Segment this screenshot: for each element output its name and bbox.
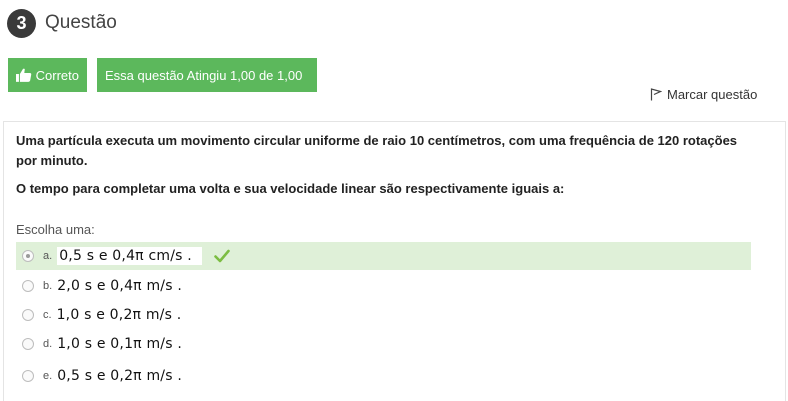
answer-text: 0,5 s e 0,2π m/s . [57, 368, 183, 384]
answer-letter: a. [43, 250, 53, 262]
answer-option-a[interactable]: a. 0,5 s e 0,4π cm/s . [16, 242, 751, 270]
flag-question-button[interactable]: Marcar questão [650, 87, 757, 102]
checkmark-icon [214, 249, 230, 263]
result-label: Correto [35, 67, 79, 83]
flag-label: Marcar questão [667, 87, 758, 102]
radio-button[interactable] [22, 309, 34, 321]
question-subtext: O tempo para completar uma volta e sua v… [16, 181, 565, 196]
score-label: Essa questão Atingiu 1,00 de 1,00 [105, 67, 303, 83]
answer-text: 2,0 s e 0,4π m/s . [57, 278, 183, 294]
score-badge: Essa questão Atingiu 1,00 de 1,00 [97, 58, 317, 92]
question-header: 3 Questão [7, 8, 117, 38]
thumbs-up-icon [16, 68, 32, 82]
radio-button[interactable] [22, 370, 34, 382]
radio-button[interactable] [22, 338, 34, 350]
radio-button[interactable] [22, 280, 34, 292]
question-text: Uma partícula executa um movimento circu… [16, 133, 738, 168]
question-number-badge: 3 [7, 8, 36, 38]
answer-letter: c. [43, 309, 52, 321]
answer-option-d[interactable]: d. 1,0 s e 0,1π m/s . [16, 330, 751, 358]
answer-option-e[interactable]: e. 0,5 s e 0,2π m/s . [16, 362, 751, 390]
answer-prompt: Escolha uma: [16, 222, 95, 237]
answer-text: 1,0 s e 0,1π m/s . [57, 336, 183, 352]
result-badge: Correto [8, 58, 87, 92]
question-title: Questão [45, 12, 117, 33]
radio-button[interactable] [22, 250, 34, 262]
answer-text: 0,5 s e 0,4π cm/s . [57, 247, 202, 265]
flag-icon [650, 88, 662, 101]
answer-letter: b. [43, 280, 53, 292]
answer-letter: d. [43, 338, 53, 350]
question-content-box: Uma partícula executa um movimento circu… [3, 121, 786, 401]
answer-option-b[interactable]: b. 2,0 s e 0,4π m/s . [16, 272, 751, 300]
answer-option-c[interactable]: c. 1,0 s e 0,2π m/s . [16, 301, 751, 329]
answer-letter: e. [43, 370, 53, 382]
answer-text: 1,0 s e 0,2π m/s . [56, 307, 182, 323]
